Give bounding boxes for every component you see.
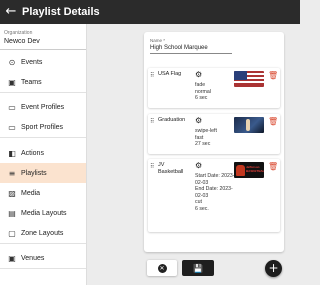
sidebar-group: ▣ Venues [0, 244, 86, 269]
gear-icon[interactable]: ⚙ [195, 116, 202, 125]
cancel-button[interactable]: ✕ [147, 260, 177, 276]
close-icon: ✕ [157, 263, 167, 273]
sidebar-item-actions[interactable]: ◧ Actions [0, 143, 86, 163]
sidebar-item-media-layouts[interactable]: ▤ Media Layouts [0, 203, 86, 223]
item-meta: fade normal 6 sec [195, 82, 211, 102]
sidebar-item-label: Media [21, 189, 41, 197]
playlist-item[interactable]: ⠿ USA Flag ⚙ 🗑 fade normal 6 sec [148, 68, 280, 108]
drag-handle-icon[interactable]: ⠿ [150, 118, 155, 125]
item-thumbnail [234, 71, 264, 87]
item-thumbnail: Jefferson BASKETBALL [234, 162, 264, 178]
sidebar-item-teams[interactable]: ▣ Teams [0, 72, 86, 92]
play-circle-icon: ⊙ [8, 57, 16, 67]
name-label: Name * [150, 38, 166, 43]
sidebar-item-sport-profiles[interactable]: ▭ Sport Profiles [0, 117, 86, 137]
contacts-icon: ▣ [8, 77, 16, 87]
drag-handle-icon[interactable]: ⠿ [150, 72, 155, 79]
sidebar-item-label: Zone Layouts [21, 229, 64, 237]
item-meta-line: 27 sec [195, 141, 211, 147]
add-item-button[interactable]: + [265, 260, 282, 277]
layers-icon: ◧ [8, 148, 16, 158]
save-button[interactable]: 💾 [182, 260, 214, 276]
playlist-card: Name * High School Marquee ⠿ USA Flag ⚙ 🗑 fa… [144, 32, 284, 252]
item-meta: swipe-left fast 27 sec [195, 128, 217, 148]
save-icon: 💾 [193, 263, 203, 273]
sidebar-item-label: Events [21, 58, 43, 66]
sidebar-item-label: Event Profiles [21, 103, 65, 111]
item-meta: Start Date: 2023-02-03 End Date: 2023-02-… [195, 173, 235, 212]
sidebar-group: ◧ Actions ≡ Playlists ▨ Media ▤ Media Layouts ▢ Z… [0, 138, 86, 244]
item-name: JV Basketball [158, 162, 184, 175]
drag-handle-icon[interactable]: ⠿ [150, 163, 155, 170]
item-name: Graduation [158, 117, 186, 123]
sidebar-item-media[interactable]: ▨ Media [0, 183, 86, 203]
playlist-item[interactable]: ⠿ Graduation ⚙ 🗑 swipe-left fast 27 sec [148, 114, 280, 154]
sidebar-group: ⊙ Events ▣ Teams [0, 50, 86, 93]
sidebar-item-zone-layouts[interactable]: ▢ Zone Layouts [0, 223, 86, 243]
name-input[interactable]: High School Marquee [150, 45, 232, 51]
organization-label: Organization [4, 30, 33, 36]
main-content: Name * High School Marquee ⠿ USA Flag ⚙ 🗑 fa… [87, 24, 300, 285]
item-meta-line: 6 sec [195, 95, 208, 101]
item-meta-line: Start Date: 2023-02-03 [195, 173, 235, 186]
sidebar-group: ▭ Event Profiles ▭ Sport Profiles [0, 93, 86, 138]
sidebar-item-label: Teams [21, 78, 42, 86]
playlist-item[interactable]: ⠿JV Basketball ⚙ Jefferson BASKETBALL 🗑 Star… [148, 159, 280, 232]
name-field[interactable]: Name * High School Marquee [150, 38, 232, 54]
contacts-icon: ▣ [8, 253, 16, 263]
gear-icon[interactable]: ⚙ [195, 70, 202, 79]
sidebar-item-playlists[interactable]: ≡ Playlists [0, 163, 86, 183]
sidebar-item-events[interactable]: ⊙ Events [0, 52, 86, 72]
sidebar-item-label: Sport Profiles [21, 123, 64, 131]
sidebar-item-label: Playlists [21, 169, 47, 177]
item-name: USA Flag [158, 71, 182, 77]
back-arrow-icon[interactable]: ← [0, 0, 22, 24]
sidebar-item-label: Venues [21, 254, 45, 262]
sidebar: Organization Newco Dev ⊙ Events ▣ Teams ▭ Eve… [0, 24, 87, 285]
gear-icon[interactable]: ⚙ [195, 161, 202, 170]
delete-icon[interactable]: 🗑 [268, 71, 278, 80]
item-meta-line: swipe-left [195, 128, 217, 134]
playlist-icon: ≡ [8, 168, 16, 178]
image-icon: ▨ [8, 188, 16, 198]
zone-icon: ▢ [8, 228, 16, 238]
item-meta-line: End Date: 2023-02-03 [195, 186, 233, 199]
sidebar-item-venues[interactable]: ▣ Venues [0, 248, 86, 268]
organization-value: Newco Dev [4, 38, 40, 45]
layout-icon: ▤ [8, 208, 16, 218]
organization-field[interactable]: Organization Newco Dev [0, 24, 86, 50]
sidebar-item-label: Actions [21, 149, 44, 157]
delete-icon[interactable]: 🗑 [268, 117, 278, 126]
item-thumbnail [234, 117, 264, 133]
thumbnail-text: Jefferson BASKETBALL [246, 165, 264, 173]
profile-card-icon: ▭ [8, 102, 16, 112]
delete-icon[interactable]: 🗑 [268, 162, 278, 171]
sidebar-item-label: Media Layouts [21, 209, 67, 217]
profile-card-icon: ▭ [8, 122, 16, 132]
item-meta-line: 6 sec. [195, 205, 209, 212]
app-header: ← Playlist Details [0, 0, 300, 24]
page-title: Playlist Details [22, 6, 100, 18]
sidebar-nav: ⊙ Events ▣ Teams ▭ Event Profiles ▭ Sport Profi… [0, 50, 86, 269]
sidebar-item-event-profiles[interactable]: ▭ Event Profiles [0, 97, 86, 117]
